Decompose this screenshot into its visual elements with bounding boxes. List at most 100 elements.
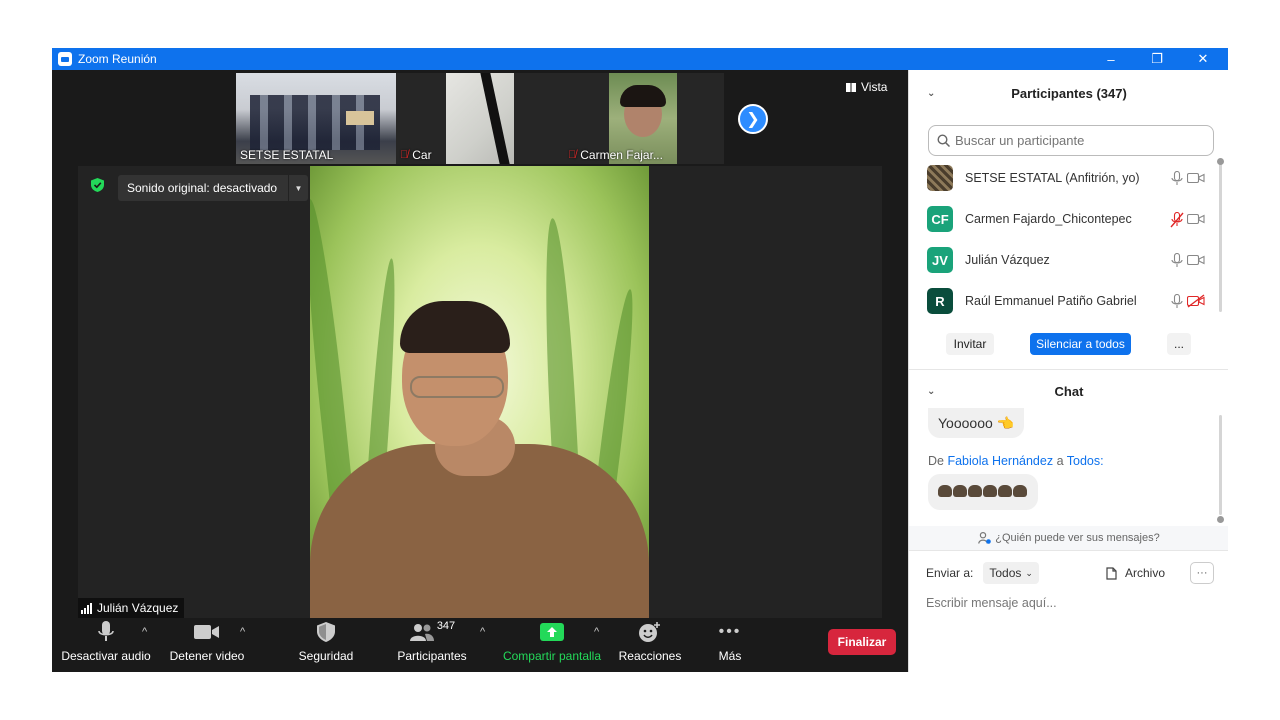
- title-bar: Zoom Reunión – ❐ ✕: [52, 48, 1228, 70]
- mute-audio-button[interactable]: Desactivar audio: [61, 618, 151, 672]
- video-camera-icon[interactable]: [1187, 253, 1205, 267]
- mic-muted-icon[interactable]: [1170, 212, 1184, 228]
- participant-thumbnail[interactable]: 🎙̸ Car: [396, 73, 564, 164]
- mute-all-button[interactable]: Silenciar a todos: [1030, 333, 1131, 355]
- meeting-area: SETSE ESTATAL 🎙̸ Car 🎙̸ Carmen Fajar... …: [52, 70, 908, 672]
- chat-panel-title: Chat: [1054, 383, 1084, 399]
- thumbnail-label: 🎙̸ Carmen Fajar...: [568, 148, 663, 162]
- chat-panel-header: ⌄ Chat: [909, 369, 1228, 413]
- audio-options-chevron-icon[interactable]: ^: [142, 626, 147, 638]
- scroll-up-indicator[interactable]: [1217, 158, 1224, 165]
- chevron-down-icon[interactable]: ⌄: [927, 88, 935, 99]
- window-title: Zoom Reunión: [78, 52, 157, 66]
- person-info-icon: [978, 532, 992, 544]
- file-button[interactable]: Archivo: [1106, 566, 1165, 580]
- participant-row[interactable]: JV Julián Vázquez: [927, 245, 1207, 275]
- clapping-hands-emoji: [938, 484, 1028, 500]
- send-to-value: Todos: [989, 566, 1022, 580]
- share-options-chevron-icon[interactable]: ^: [594, 626, 599, 638]
- mute-audio-label: Desactivar audio: [61, 649, 151, 663]
- next-page-button[interactable]: ❯: [738, 104, 768, 134]
- participants-label: Participantes: [397, 649, 467, 663]
- sender-prefix: De: [928, 454, 944, 468]
- participant-name: Raúl Emmanuel Patiño Gabriel: [965, 294, 1137, 308]
- chat-visibility-note[interactable]: ¿Quién puede ver sus mensajes?: [909, 526, 1228, 550]
- participant-row[interactable]: CF Carmen Fajardo_Chicontepec: [927, 204, 1207, 234]
- share-screen-icon: [540, 618, 564, 646]
- participants-button[interactable]: 347 Participantes: [392, 618, 472, 672]
- reactions-label: Reacciones: [618, 649, 682, 663]
- original-sound-toggle[interactable]: Sonido original: desactivado ▼: [118, 175, 308, 201]
- participant-thumbnail[interactable]: 🎙̸ Carmen Fajar...: [564, 73, 724, 164]
- side-panel: ⌄ Participantes (347) SETSE ESTATAL (Anf…: [908, 70, 1228, 672]
- microphone-icon[interactable]: [1170, 171, 1184, 187]
- chat-message: [928, 474, 1038, 510]
- panel-divider: [909, 550, 1228, 551]
- restore-button[interactable]: ❐: [1134, 48, 1180, 70]
- glasses: [410, 376, 504, 398]
- participants-options-chevron-icon[interactable]: ^: [480, 626, 485, 638]
- avatar: R: [927, 288, 953, 314]
- view-label: Vista: [861, 80, 888, 94]
- grid-view-icon: [846, 82, 856, 92]
- video-camera-icon[interactable]: [1187, 171, 1205, 185]
- shield-icon: [317, 618, 335, 646]
- participants-count: 347: [436, 620, 456, 632]
- participant-thumbnail[interactable]: SETSE ESTATAL: [236, 73, 396, 164]
- zoom-logo-icon: [58, 52, 72, 66]
- video-camera-icon: [194, 618, 220, 646]
- participants-more-button[interactable]: ...: [1167, 333, 1191, 355]
- avatar: JV: [927, 247, 953, 273]
- end-meeting-button[interactable]: Finalizar: [828, 629, 896, 655]
- close-button[interactable]: ✕: [1180, 48, 1226, 70]
- video-camera-icon[interactable]: [1187, 212, 1205, 226]
- reactions-button[interactable]: Reacciones: [617, 618, 683, 672]
- invite-button[interactable]: Invitar: [946, 333, 994, 355]
- send-to-label: Enviar a:: [926, 566, 974, 580]
- stop-video-label: Detener video: [169, 649, 245, 663]
- microphone-icon[interactable]: [1170, 253, 1184, 269]
- share-screen-button[interactable]: Compartir pantalla: [500, 618, 604, 672]
- chat-message-input[interactable]: [926, 592, 1216, 614]
- view-button[interactable]: Vista: [846, 80, 887, 94]
- share-screen-label: Compartir pantalla: [502, 649, 602, 663]
- participants-icon: 347: [409, 618, 455, 646]
- chevron-down-icon: ⌄: [1025, 567, 1033, 578]
- stop-video-button[interactable]: Detener video: [167, 618, 247, 672]
- send-to-dropdown[interactable]: Todos ⌄: [983, 562, 1039, 584]
- microphone-icon: [98, 618, 114, 646]
- security-label: Seguridad: [298, 649, 354, 663]
- participants-panel-title: Participantes (347): [1011, 85, 1127, 101]
- chat-scrollbar[interactable]: [1219, 415, 1222, 515]
- avatar: [927, 165, 953, 191]
- chat-message-sender: De Fabiola Hernández a Todos:: [928, 454, 1104, 468]
- thumbnail-label: SETSE ESTATAL: [240, 148, 333, 162]
- chevron-right-icon: ❯: [746, 111, 760, 128]
- thumbnail-name: Car: [412, 148, 432, 162]
- chevron-down-icon[interactable]: ▼: [288, 175, 308, 201]
- original-sound-label: Sonido original: desactivado: [127, 181, 278, 195]
- video-off-icon[interactable]: [1187, 294, 1205, 308]
- minimize-button[interactable]: –: [1088, 48, 1134, 70]
- participants-scrollbar[interactable]: [1219, 162, 1222, 312]
- recipient-prefix: a: [1056, 454, 1064, 468]
- sender-name[interactable]: Fabiola Hernández: [947, 454, 1053, 468]
- participant-search-input[interactable]: [955, 133, 1195, 148]
- person-hair: [400, 301, 510, 353]
- search-icon: [937, 134, 950, 147]
- chat-more-button[interactable]: ···: [1190, 562, 1214, 584]
- avatar: CF: [927, 206, 953, 232]
- active-speaker-video: [310, 166, 649, 618]
- participant-name: Julián Vázquez: [965, 253, 1050, 267]
- security-button[interactable]: Seguridad: [292, 618, 360, 672]
- microphone-icon[interactable]: [1170, 294, 1184, 310]
- video-options-chevron-icon[interactable]: ^: [240, 626, 245, 638]
- more-button[interactable]: ••• Más: [704, 618, 756, 672]
- scroll-down-indicator[interactable]: [1217, 516, 1224, 523]
- participants-panel-header: ⌄ Participantes (347): [909, 70, 1228, 116]
- ellipsis-icon: •••: [718, 623, 742, 640]
- chevron-down-icon[interactable]: ⌄: [927, 386, 935, 397]
- participant-search-box[interactable]: [928, 125, 1214, 156]
- participant-row[interactable]: SETSE ESTATAL (Anfitrión, yo): [927, 163, 1207, 193]
- participant-row[interactable]: R Raúl Emmanuel Patiño Gabriel: [927, 286, 1207, 316]
